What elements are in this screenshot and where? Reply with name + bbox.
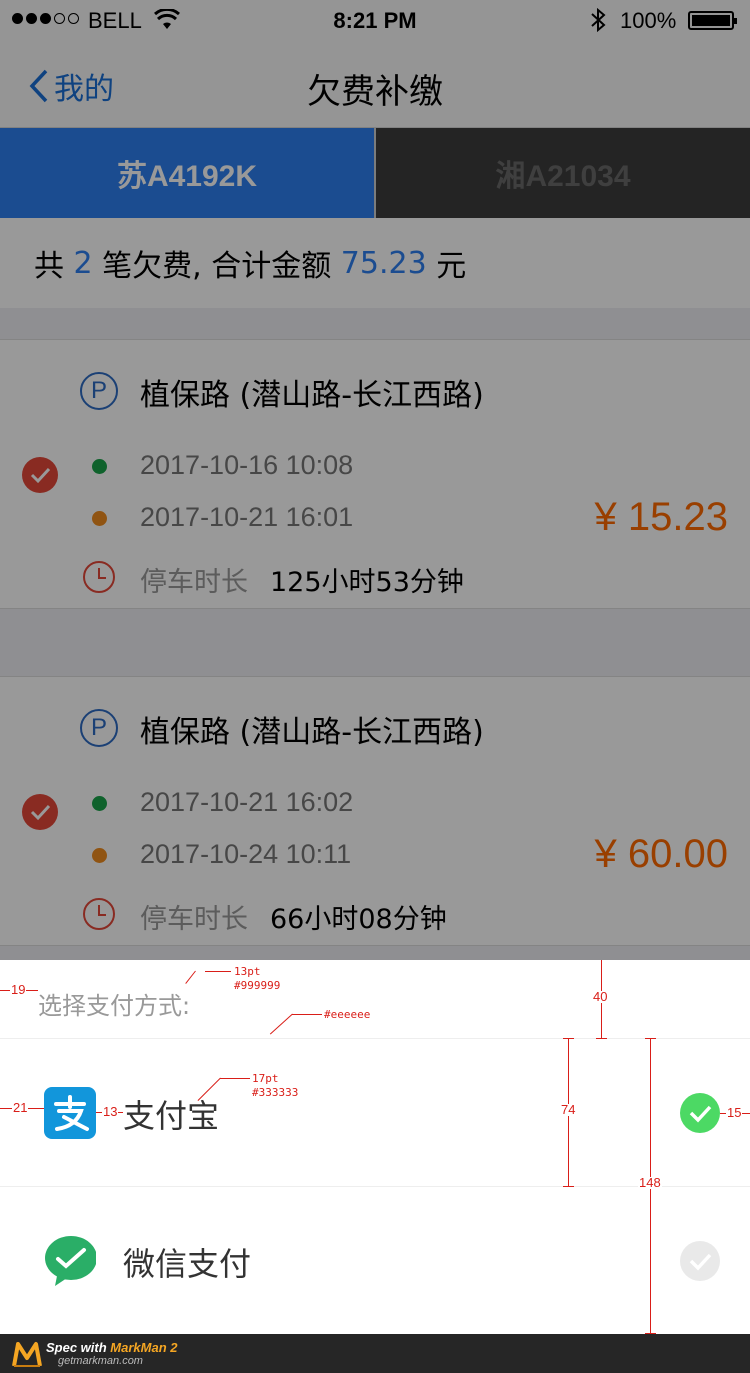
spec-measure-line [596, 1038, 607, 1039]
spec-row-height: 74 [560, 1102, 577, 1117]
spec-title-height: 40 [592, 989, 609, 1004]
spec-pointer-line [220, 1078, 250, 1079]
check-icon [689, 1105, 712, 1123]
spec-title-color: #999999 [234, 979, 281, 992]
spec-label-font: 17pt [252, 1072, 279, 1085]
unselected-radio[interactable] [680, 1241, 720, 1281]
spec-measure-line [645, 1038, 656, 1039]
payment-method-sheet: 选择支付方式: 支付宝 微信支付 19 13pt #999999 #eeeeee… [0, 960, 750, 1334]
wechat-icon [45, 1236, 96, 1286]
markman-brand: MarkMan 2 [110, 1340, 178, 1355]
spec-pointer-line [205, 971, 231, 972]
selected-radio[interactable] [680, 1093, 720, 1133]
markman-logo-icon [12, 1342, 42, 1367]
spec-icon-gap: 13 [102, 1104, 119, 1119]
payment-option-label: 支付宝 [123, 1097, 220, 1135]
modal-overlay[interactable] [0, 0, 750, 960]
markman-footer: Spec with MarkMan 2 getmarkman.com [0, 1334, 750, 1373]
payment-sheet-title: 选择支付方式: [38, 992, 191, 1020]
payment-option-wechat[interactable]: 微信支付 [0, 1186, 750, 1334]
spec-measure-line [563, 1186, 574, 1187]
markman-url: getmarkman.com [58, 1355, 143, 1367]
spec-divider-color: #eeeeee [324, 1008, 371, 1021]
alipay-icon [44, 1087, 96, 1139]
spec-rows-total-height: 148 [638, 1175, 662, 1190]
markman-credit: Spec with MarkMan 2 [46, 1340, 178, 1355]
spec-title-font: 13pt [234, 965, 261, 978]
spec-pointer-line [292, 1014, 322, 1015]
spec-left-margin-title: 19 [10, 982, 27, 997]
payment-option-label: 微信支付 [123, 1245, 252, 1283]
spec-pointer-line [269, 1013, 293, 1035]
check-icon [689, 1253, 712, 1271]
spec-pointer-line [185, 970, 196, 984]
spec-radio-right: 15 [726, 1105, 743, 1120]
spec-label-color: #333333 [252, 1086, 299, 1099]
markman-prefix: Spec with [46, 1340, 111, 1355]
spec-measure-line [563, 1038, 574, 1039]
spec-left-margin-icon: 21 [12, 1100, 29, 1115]
